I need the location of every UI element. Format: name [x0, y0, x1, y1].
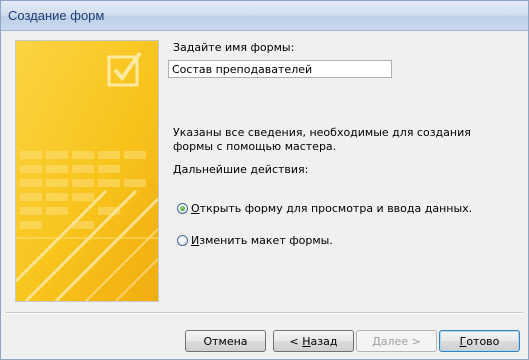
open-form-option[interactable]: Открыть форму для просмотра и ввода данн… [177, 201, 472, 215]
modify-layout-option[interactable]: Изменить макет формы. [177, 233, 333, 247]
cancel-button[interactable]: Отмена [185, 330, 266, 352]
modify-layout-radio[interactable] [177, 234, 188, 246]
form-name-label: Задайте имя формы: [173, 41, 295, 54]
open-form-label: Открыть форму для просмотра и ввода данн… [191, 201, 473, 215]
button-separator [6, 312, 523, 314]
next-button[interactable]: Далее > [356, 330, 437, 352]
modify-layout-label: Изменить макет формы. [191, 233, 333, 247]
next-actions-label: Дальнейшие действия: [173, 163, 309, 176]
window-title: Создание форм [8, 8, 105, 23]
wizard-window: Создание форм Задайте имя формы: Состав … [0, 0, 529, 360]
wizard-illustration [15, 40, 159, 302]
form-checkmark-icon [16, 41, 158, 301]
open-form-radio[interactable] [177, 202, 188, 214]
info-text: Указаны все сведения, необходимые для со… [173, 126, 471, 153]
finish-button[interactable]: Готово [439, 330, 520, 352]
back-button[interactable]: < Назад [273, 330, 354, 352]
title-bar[interactable]: Создание форм [1, 1, 528, 31]
form-name-input[interactable] [168, 60, 392, 78]
